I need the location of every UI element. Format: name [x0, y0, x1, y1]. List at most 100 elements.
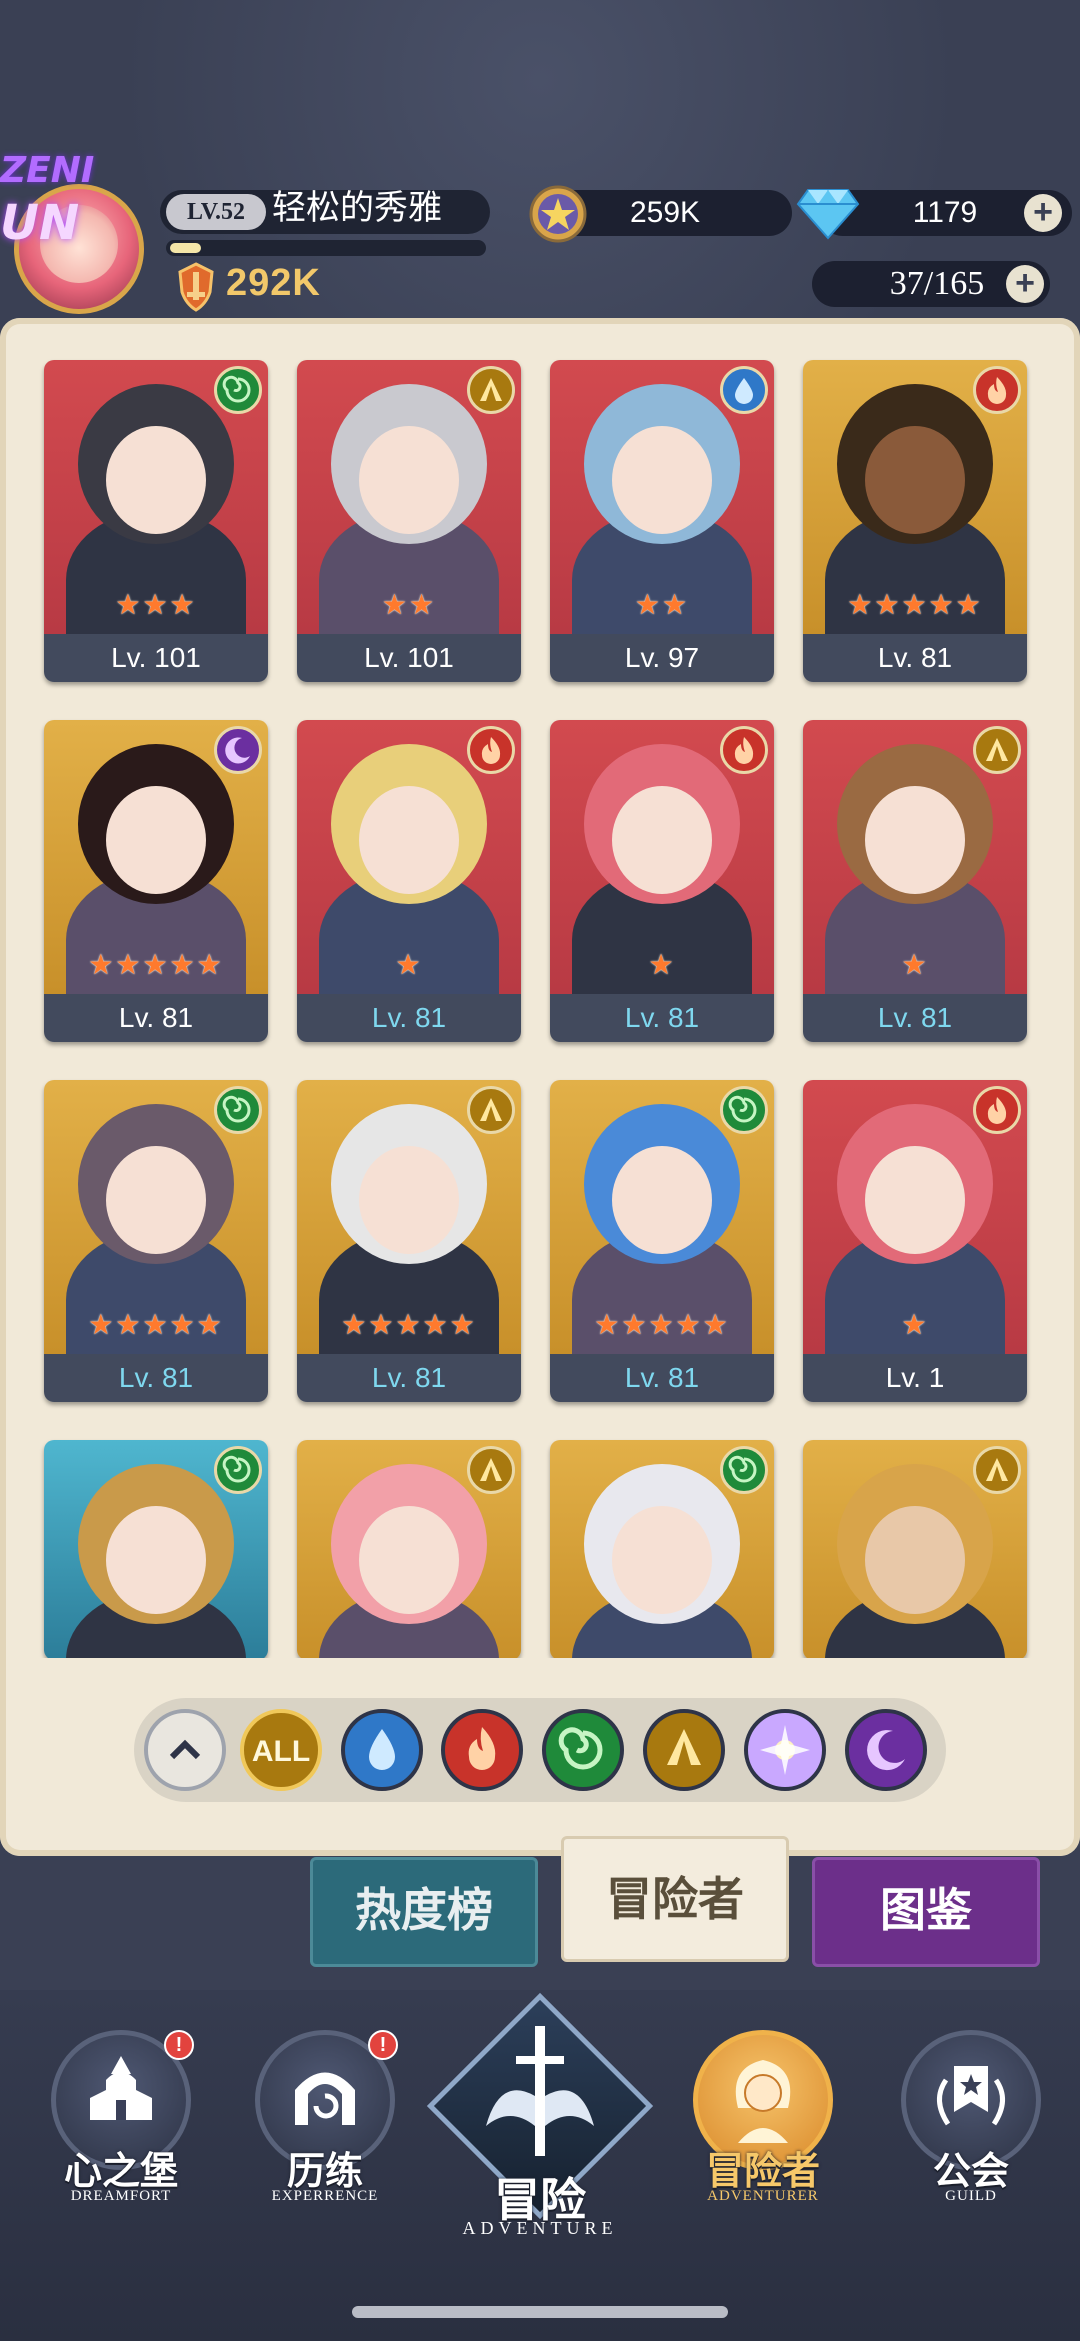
hero-figure-face	[612, 1506, 712, 1614]
hero-figure-face	[865, 426, 965, 534]
star-coin-icon	[529, 185, 587, 243]
filter-light-button[interactable]	[744, 1709, 826, 1791]
hero-stars: ★★★★★	[594, 1309, 730, 1340]
wind-element-icon	[720, 1446, 768, 1494]
hero-figure-face	[359, 426, 459, 534]
hero-card[interactable]: ★★★★★ Lv. 81	[44, 720, 268, 1042]
nav-experience[interactable]: ! 历练 EXPERRENCE	[250, 2030, 400, 2250]
hero-card[interactable]: ★★ Lv. 97	[550, 360, 774, 682]
fire-element-icon	[973, 366, 1021, 414]
nav-adventurer[interactable]: 冒险者 ADVENTURER	[688, 2030, 838, 2250]
hero-level: Lv. 81	[550, 1354, 774, 1402]
sword-shield-icon	[178, 262, 214, 312]
home-indicator	[352, 2306, 728, 2318]
hero-card[interactable]: ★ Lv. 1	[803, 1080, 1027, 1402]
tab-popularity[interactable]: 热度榜	[310, 1857, 538, 1967]
nav-adventure[interactable]: 冒险 ADVENTURE	[426, 1992, 654, 2266]
hero-stars: ★	[395, 949, 423, 980]
earth-element-icon	[973, 1446, 1021, 1494]
dark-element-icon	[214, 726, 262, 774]
hero-stars: ★★★★★	[88, 1309, 224, 1340]
hero-figure-face	[612, 426, 712, 534]
mountain-icon	[667, 1729, 701, 1765]
fire-element-icon	[467, 726, 515, 774]
hero-card[interactable]: ★★★★★ Lv. 81	[550, 1080, 774, 1402]
wind-swirl-icon	[558, 1727, 603, 1770]
water-drop-icon	[369, 1729, 395, 1770]
hero-level: Lv. 81	[44, 1354, 268, 1402]
filter-water-button[interactable]	[341, 1709, 423, 1791]
hero-card[interactable]: ★★★★★ Lv. 81	[44, 1080, 268, 1402]
hero-level: Lv. 81	[803, 994, 1027, 1042]
collapse-filter-button[interactable]	[144, 1709, 226, 1791]
wind-element-icon	[214, 1086, 262, 1134]
hero-stars: ★	[648, 949, 676, 980]
hero-figure-face	[106, 1146, 206, 1254]
player-name: 轻松的秀雅	[272, 188, 442, 228]
tab-codex[interactable]: 图鉴	[812, 1857, 1040, 1967]
filter-all-button[interactable]: ALL	[240, 1709, 322, 1791]
hero-level: Lv. 101	[297, 634, 521, 682]
hero-level: Lv. 81	[297, 994, 521, 1042]
nav-experience-label: 历练	[286, 2149, 363, 2193]
hero-level: Lv. 81	[803, 634, 1027, 682]
nav-adventurer-label: 冒险者	[705, 2149, 820, 2193]
hero-level: Lv. 97	[550, 634, 774, 682]
fire-icon	[468, 1727, 496, 1770]
hero-stars: ★★★	[115, 589, 197, 620]
hero-stars: ★★★★★	[341, 1309, 477, 1340]
roster-count: 37/165	[889, 265, 985, 302]
hero-card[interactable]	[803, 1440, 1027, 1658]
gold-amount: 259K	[629, 196, 701, 229]
diamond-icon	[796, 189, 860, 240]
hero-figure-face	[865, 1146, 965, 1254]
nav-experience-sub: EXPERRENCE	[271, 2188, 379, 2204]
hero-card[interactable]: ★ Lv. 81	[803, 720, 1027, 1042]
hero-card[interactable]	[550, 1440, 774, 1658]
nav-guild[interactable]: 公会 GUILD	[896, 2030, 1046, 2250]
sun-icon	[760, 1725, 810, 1775]
hero-card[interactable]: ★★★★★ Lv. 81	[803, 360, 1027, 682]
nav-dreamfort[interactable]: ! 心之堡 DREAMFORT	[46, 2030, 196, 2250]
hero-portrait	[44, 1440, 268, 1658]
nav-guild-sub: GUILD	[945, 2188, 997, 2204]
hero-stars: ★	[901, 1309, 929, 1340]
hero-portrait	[550, 1440, 774, 1658]
hero-card[interactable]: ★★★ Lv. 101	[44, 360, 268, 682]
hero-figure-face	[612, 786, 712, 894]
hero-card[interactable]	[44, 1440, 268, 1658]
wind-element-icon	[720, 1086, 768, 1134]
hero-level: Lv. 101	[44, 634, 268, 682]
hero-level: Lv. 81	[297, 1354, 521, 1402]
exp-bar-fill	[170, 243, 201, 253]
hero-figure-face	[865, 786, 965, 894]
expand-roster-button[interactable]: +	[1006, 265, 1044, 303]
moon-icon	[867, 1730, 905, 1771]
hero-card[interactable]: ★★ Lv. 101	[297, 360, 521, 682]
hero-stars: ★★	[634, 589, 690, 620]
nav-adventurer-sub: ADVENTURER	[707, 2188, 819, 2204]
water-element-icon	[720, 366, 768, 414]
wind-element-icon	[214, 366, 262, 414]
hero-card[interactable]	[297, 1440, 521, 1658]
filter-fire-button[interactable]	[441, 1709, 523, 1791]
hero-level: Lv. 81	[550, 994, 774, 1042]
filter-dark-button[interactable]	[845, 1709, 927, 1791]
hero-stars: ★★★★★	[88, 949, 224, 980]
hero-card[interactable]: ★ Lv. 81	[297, 720, 521, 1042]
earth-element-icon	[467, 366, 515, 414]
hero-figure-face	[359, 1506, 459, 1614]
hero-card[interactable]: ★ Lv. 81	[550, 720, 774, 1042]
hero-figure-face	[612, 1146, 712, 1254]
hero-grid: ★★★ Lv. 101 ★★ Lv. 101 ★★ Lv. 97 ★★★★★ Lv. 81 ★★…	[20, 340, 1060, 1658]
filter-earth-button[interactable]	[643, 1709, 725, 1791]
filter-wind-button[interactable]	[542, 1709, 624, 1791]
hero-figure-face	[865, 1506, 965, 1614]
add-gems-button[interactable]: +	[1024, 194, 1062, 232]
chevron-up-icon	[169, 1739, 201, 1760]
fire-element-icon	[973, 1086, 1021, 1134]
hero-figure-face	[106, 1506, 206, 1614]
tab-adventurer[interactable]: 冒险者	[561, 1836, 789, 1962]
hero-level: Lv. 1	[803, 1354, 1027, 1402]
hero-card[interactable]: ★★★★★ Lv. 81	[297, 1080, 521, 1402]
